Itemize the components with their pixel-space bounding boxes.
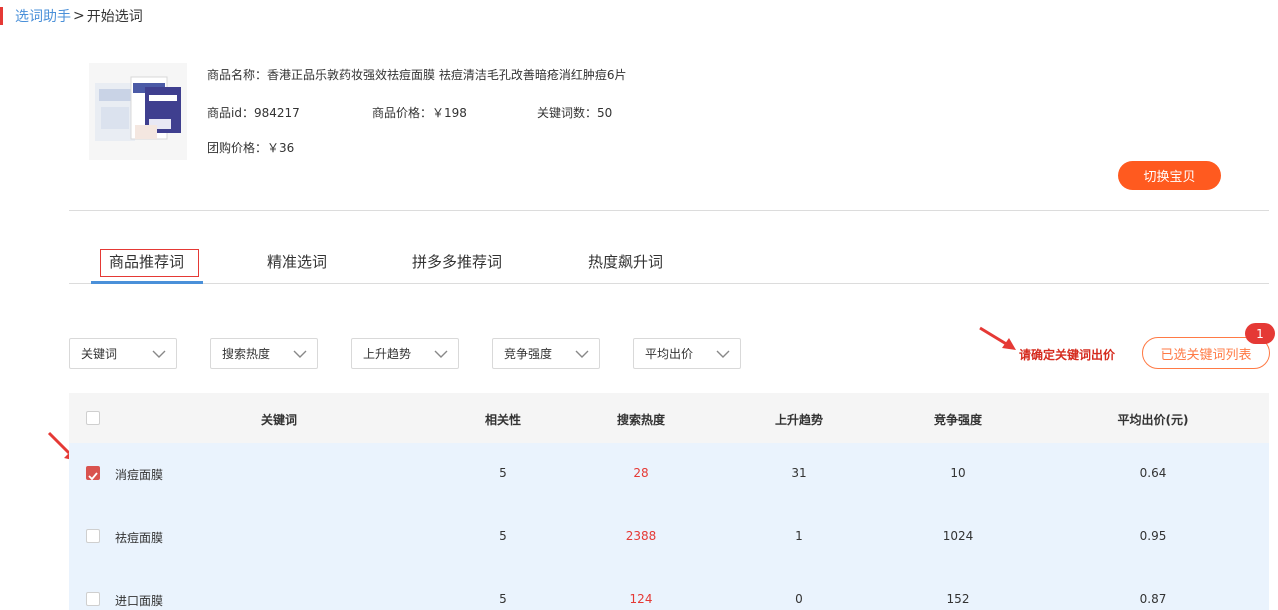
filter-competition[interactable]: 竞争强度 — [492, 338, 600, 369]
row-relevance: 5 — [499, 592, 507, 606]
filter-keyword[interactable]: 关键词 — [69, 338, 177, 369]
chevron-down-icon — [434, 350, 448, 358]
product-id: 商品id：984217 — [207, 106, 300, 120]
row-competition: 1024 — [942, 529, 974, 543]
row-keyword: 祛痘面膜 — [115, 531, 164, 545]
switch-product-button[interactable]: 切换宝贝 — [1118, 161, 1221, 190]
tabs-baseline — [69, 283, 1269, 284]
filter-search-heat[interactable]: 搜索热度 — [210, 338, 318, 369]
row-average-bid: 0.95 — [1139, 529, 1167, 543]
column-header-competition[interactable]: 竞争强度 — [934, 411, 982, 428]
row-competition: 10 — [950, 466, 966, 480]
breadcrumb-separator: > — [73, 8, 85, 24]
product-thumbnail — [89, 63, 187, 160]
chevron-down-icon — [716, 350, 730, 358]
chevron-down-icon — [152, 350, 166, 358]
page-root: 选词助手 > 开始选词 商品名称：香港正品乐敦药妆强效祛痘面膜 祛痘清洁毛孔改善… — [0, 0, 1278, 610]
row-search-heat: 28 — [633, 466, 649, 480]
row-checkbox-checked[interactable] — [86, 466, 100, 481]
row-average-bid: 0.64 — [1139, 466, 1167, 480]
row-competition: 152 — [946, 592, 970, 606]
chevron-down-icon — [293, 350, 307, 358]
row-checkbox[interactable] — [86, 592, 100, 606]
filter-average-bid-label: 平均出价 — [645, 347, 694, 361]
group-price: 团购价格：￥36 — [207, 141, 295, 155]
row-average-bid: 0.87 — [1139, 592, 1167, 606]
row-search-heat: 2388 — [625, 529, 657, 543]
row-keyword: 进口面膜 — [115, 594, 164, 608]
table-header — [69, 393, 1269, 443]
filter-search-heat-label: 搜索热度 — [222, 347, 271, 361]
table-row[interactable] — [69, 569, 1269, 610]
filter-competition-label: 竞争强度 — [504, 347, 553, 361]
product-name: 商品名称：香港正品乐敦药妆强效祛痘面膜 祛痘清洁毛孔改善暗疮消红肿痘6片 — [207, 68, 627, 82]
breadcrumb-accent-bar — [0, 7, 3, 25]
row-relevance: 5 — [499, 466, 507, 480]
breadcrumb-link-assistant[interactable]: 选词助手 — [15, 6, 71, 26]
filter-rising-trend-label: 上升趋势 — [363, 347, 412, 361]
tab-precise-selection[interactable]: 精准选词 — [267, 251, 327, 272]
tab-pinduoduo-recommended[interactable]: 拼多多推荐词 — [412, 251, 502, 272]
product-price: 商品价格：￥198 — [372, 106, 467, 120]
filter-rising-trend[interactable]: 上升趋势 — [351, 338, 459, 369]
row-keyword: 消痘面膜 — [115, 468, 164, 482]
active-tab-underline — [91, 281, 203, 284]
confirm-bid-prompt: 请确定关键词出价 — [1019, 348, 1116, 362]
select-all-checkbox[interactable] — [86, 411, 100, 425]
chevron-down-icon — [575, 350, 589, 358]
column-header-relevance[interactable]: 相关性 — [485, 411, 521, 428]
annotation-arrow-icon — [979, 326, 1016, 350]
filter-average-bid[interactable]: 平均出价 — [633, 338, 741, 369]
section-divider — [69, 210, 1269, 211]
row-rising-trend: 1 — [795, 529, 803, 543]
column-header-keyword[interactable]: 关键词 — [261, 411, 297, 428]
row-rising-trend: 0 — [795, 592, 803, 606]
selected-count-badge: 1 — [1245, 323, 1275, 344]
keyword-count: 关键词数：50 — [537, 106, 613, 120]
column-header-average-bid[interactable]: 平均出价(元) — [1118, 411, 1189, 428]
breadcrumb-current: 开始选词 — [86, 9, 143, 25]
column-header-search-heat[interactable]: 搜索热度 — [617, 411, 665, 428]
row-search-heat: 124 — [629, 592, 653, 606]
row-relevance: 5 — [499, 529, 507, 543]
row-checkbox[interactable] — [86, 529, 100, 543]
breadcrumb: 选词助手 > 开始选词 — [0, 6, 143, 26]
column-header-rising-trend[interactable]: 上升趋势 — [775, 411, 823, 428]
tab-product-recommended[interactable]: 商品推荐词 — [109, 251, 184, 272]
table-row[interactable] — [69, 443, 1269, 506]
table-row[interactable] — [69, 506, 1269, 569]
row-rising-trend: 31 — [791, 466, 807, 480]
checkmark-icon — [88, 472, 98, 481]
tab-trending-words[interactable]: 热度飙升词 — [588, 251, 663, 272]
filter-keyword-label: 关键词 — [81, 347, 118, 361]
